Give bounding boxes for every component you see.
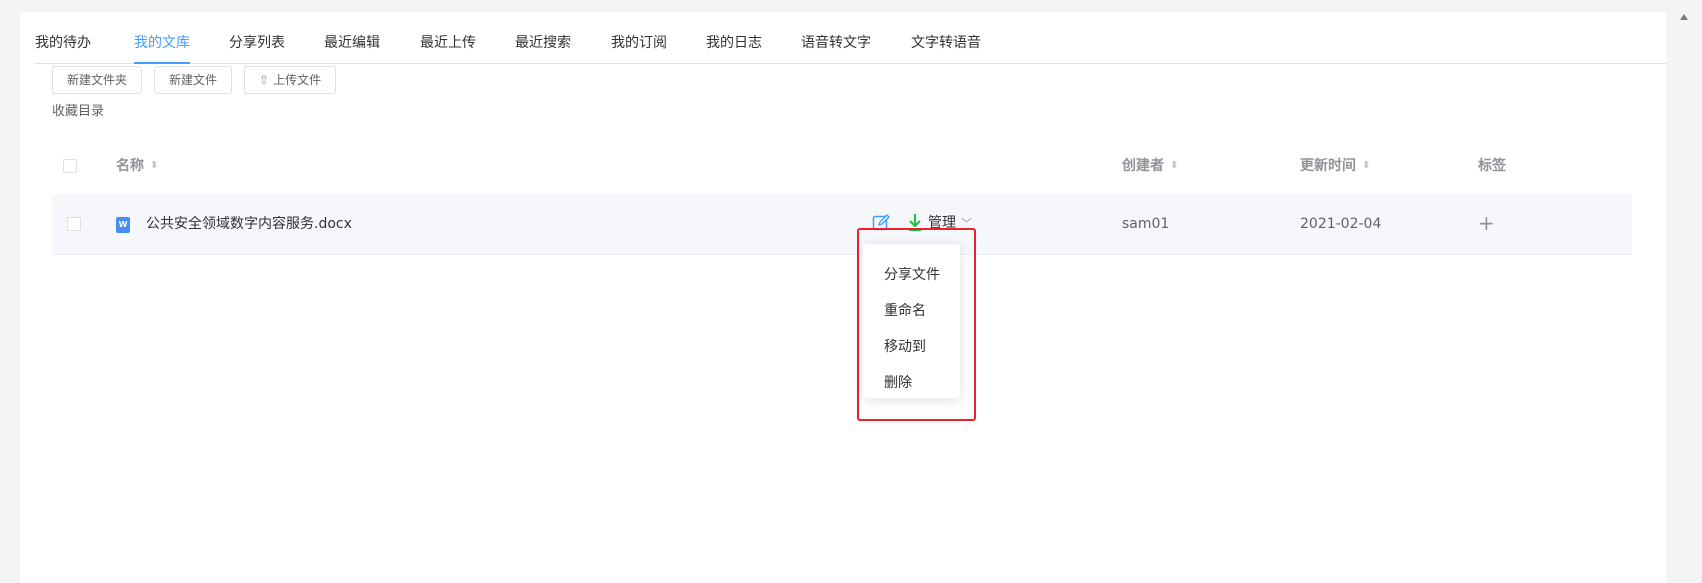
word-doc-icon: W [116, 217, 130, 233]
tab-my-subscriptions[interactable]: 我的订阅 [611, 24, 667, 63]
updated-cell: 2021-02-04 [1300, 216, 1382, 232]
sort-icon[interactable]: ⬍ [1170, 138, 1178, 194]
favorites-label: 收藏目录 [52, 104, 105, 119]
tab-recent-upload[interactable]: 最近上传 [420, 24, 476, 63]
main-panel: 我的待办 我的文库 分享列表 最近编辑 最近上传 最近搜索 我的订阅 我的日志 … [20, 12, 1666, 583]
tab-my-library[interactable]: 我的文库 [134, 24, 190, 64]
new-file-button[interactable]: 新建文件 [154, 66, 233, 94]
sort-icon[interactable]: ⬍ [1362, 138, 1370, 194]
column-name[interactable]: 名称 ⬍ [116, 138, 158, 194]
table-row[interactable]: W 公共安全领域数字内容服务.docx 管理 ﹀ sam01 2021-02-04… [52, 194, 1632, 255]
tab-recent-edit[interactable]: 最近编辑 [324, 24, 380, 63]
column-creator[interactable]: 创建者 ⬍ [1122, 138, 1178, 194]
column-updated-label: 更新时间 [1300, 158, 1356, 174]
column-tags: 标签 [1478, 158, 1506, 174]
creator-cell: sam01 [1122, 216, 1170, 232]
scroll-up-arrow-icon[interactable] [1680, 14, 1688, 20]
table-header: 名称 ⬍ 创建者 ⬍ 更新时间 ⬍ 标签 [52, 138, 1632, 195]
tab-speech-to-text[interactable]: 语音转文字 [801, 24, 871, 63]
tab-my-todo[interactable]: 我的待办 [35, 24, 91, 63]
column-creator-label: 创建者 [1122, 158, 1164, 174]
highlight-annotation-box [857, 228, 976, 421]
upload-file-label: 上传文件 [273, 73, 322, 87]
tab-text-to-speech[interactable]: 文字转语音 [911, 24, 981, 63]
column-updated[interactable]: 更新时间 ⬍ [1300, 138, 1370, 194]
vertical-scrollbar[interactable] [1668, 0, 1702, 583]
tab-recent-search[interactable]: 最近搜索 [515, 24, 571, 63]
new-folder-button[interactable]: 新建文件夹 [52, 66, 143, 94]
select-all-checkbox[interactable] [63, 159, 77, 173]
column-name-label: 名称 [116, 158, 144, 174]
row-checkbox[interactable] [67, 217, 81, 231]
file-name-link[interactable]: 公共安全领域数字内容服务.docx [146, 194, 352, 254]
tab-bar: 我的待办 我的文库 分享列表 最近编辑 最近上传 最近搜索 我的订阅 我的日志 … [35, 24, 1666, 64]
tab-share-list[interactable]: 分享列表 [229, 24, 285, 63]
tab-my-logs[interactable]: 我的日志 [706, 24, 762, 63]
upload-file-button[interactable]: ⇧ 上传文件 [244, 66, 337, 94]
sort-icon[interactable]: ⬍ [150, 138, 158, 194]
add-tag-button[interactable]: + [1478, 194, 1495, 254]
upload-icon: ⇧ [259, 73, 270, 87]
